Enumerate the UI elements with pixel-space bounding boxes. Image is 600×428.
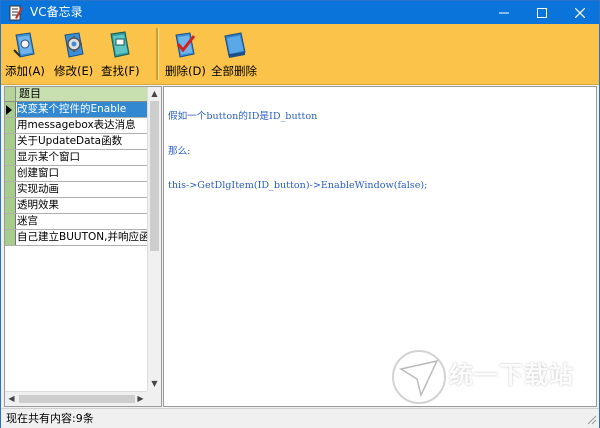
grid-header-title: 题目: [19, 87, 41, 100]
vertical-scrollbar[interactable]: ▲ ▼: [147, 87, 161, 391]
row-marker: [5, 182, 16, 197]
status-text: 现在共有内容:9条: [6, 412, 94, 425]
list-item-text: 关于UpdateData函数: [17, 135, 123, 147]
row-marker: [5, 118, 16, 133]
list-item-text: 迷宫: [17, 215, 38, 227]
scroll-corner: [147, 391, 161, 406]
list-item[interactable]: 自己建立BUUTON,并响应函: [5, 230, 147, 246]
list-item[interactable]: 显示某个窗口: [5, 150, 147, 166]
toolbar: 添加(A) 修改(E) 查找(F) 删除(D) 全部删除: [1, 24, 599, 85]
delete-button-label: 删除(D): [165, 64, 206, 78]
edit-button-label: 修改(E): [54, 64, 94, 78]
minimize-icon: [499, 12, 509, 13]
grid-header: 题目: [5, 87, 147, 102]
watermark-text: 统一下载站: [449, 361, 574, 389]
topic-rows: 改变某个控件的Enable 用messagebox表达消息 关于UpdateDa…: [5, 102, 147, 246]
delete-check-icon: [175, 32, 196, 58]
search-button[interactable]: 查找(F): [101, 30, 140, 82]
app-window: VC备忘录 添加(A) 修改(E) 查找(F) 删除(D) 全部删除 题目 改变…: [0, 0, 600, 428]
content-line: 那么:: [168, 145, 191, 157]
current-row-arrow-icon: [6, 105, 12, 115]
scroll-up-icon[interactable]: ▲: [148, 87, 161, 100]
row-marker: [5, 198, 16, 213]
status-bar: 现在共有内容:9条: [1, 408, 599, 428]
content-text: 假如一个button的ID是ID_button 那么: this->GetDlg…: [168, 88, 427, 215]
resize-grip-icon[interactable]: [585, 413, 597, 425]
list-item-text: 实现动画: [17, 183, 59, 195]
row-marker: [5, 230, 16, 245]
horizontal-scroll-thumb[interactable]: [19, 395, 135, 403]
vertical-scroll-thumb[interactable]: [150, 101, 159, 251]
delete-button[interactable]: 删除(D): [165, 30, 206, 82]
close-button[interactable]: [561, 1, 599, 24]
horizontal-scrollbar[interactable]: ◀ ▶: [5, 391, 147, 406]
edit-button[interactable]: 修改(E): [54, 30, 93, 82]
delete-all-button-label: 全部删除: [211, 64, 257, 78]
row-marker: [5, 166, 16, 181]
topic-list-grid[interactable]: 题目 改变某个控件的Enable 用messagebox表达消息 关于Updat…: [4, 86, 162, 407]
list-item[interactable]: 改变某个控件的Enable: [5, 102, 147, 118]
add-button-label: 添加(A): [5, 64, 45, 78]
title-bar[interactable]: VC备忘录: [1, 1, 599, 24]
content-line: this->GetDlgItem(ID_button)->EnableWindo…: [168, 180, 428, 191]
minimize-button[interactable]: [485, 1, 523, 24]
edit-gear-icon: [64, 32, 84, 58]
list-item-text: 自己建立BUUTON,并响应函: [17, 231, 147, 243]
row-marker: [5, 134, 16, 149]
content-line: 假如一个button的ID是ID_button: [168, 111, 318, 122]
list-item[interactable]: 用messagebox表达消息: [5, 118, 147, 134]
delete-all-button[interactable]: 全部删除: [211, 30, 257, 82]
row-marker: [5, 150, 16, 165]
window-title: VC备忘录: [30, 5, 83, 19]
row-marker: [5, 102, 16, 117]
maximize-button[interactable]: [523, 1, 561, 24]
list-item[interactable]: 创建窗口: [5, 166, 147, 182]
add-book-icon: [13, 32, 35, 58]
list-item[interactable]: 实现动画: [5, 182, 147, 198]
list-item[interactable]: 迷宫: [5, 214, 147, 230]
scroll-down-icon[interactable]: ▼: [148, 377, 161, 390]
list-item[interactable]: 关于UpdateData函数: [5, 134, 147, 150]
search-button-label: 查找(F): [101, 64, 140, 78]
list-item-text: 改变某个控件的Enable: [17, 102, 147, 117]
list-item-text: 显示某个窗口: [17, 151, 80, 163]
list-item-text: 创建窗口: [17, 167, 59, 179]
app-icon: [8, 5, 24, 21]
row-marker: [5, 214, 16, 229]
delete-all-icon: [224, 32, 246, 58]
list-item-text: 透明效果: [17, 199, 59, 211]
watermark-logo-icon: [392, 350, 446, 404]
scroll-right-icon[interactable]: ▶: [134, 392, 147, 405]
search-book-icon: [110, 31, 130, 58]
toolbar-separator: [156, 28, 159, 80]
list-item[interactable]: 透明效果: [5, 198, 147, 214]
scroll-left-icon[interactable]: ◀: [5, 392, 18, 405]
add-button[interactable]: 添加(A): [5, 30, 45, 82]
header-marker: [5, 87, 16, 101]
close-icon: [575, 7, 585, 18]
maximize-icon: [537, 7, 547, 18]
list-item-text: 用messagebox表达消息: [17, 119, 136, 131]
watermark: 统一下载站: [391, 349, 591, 409]
